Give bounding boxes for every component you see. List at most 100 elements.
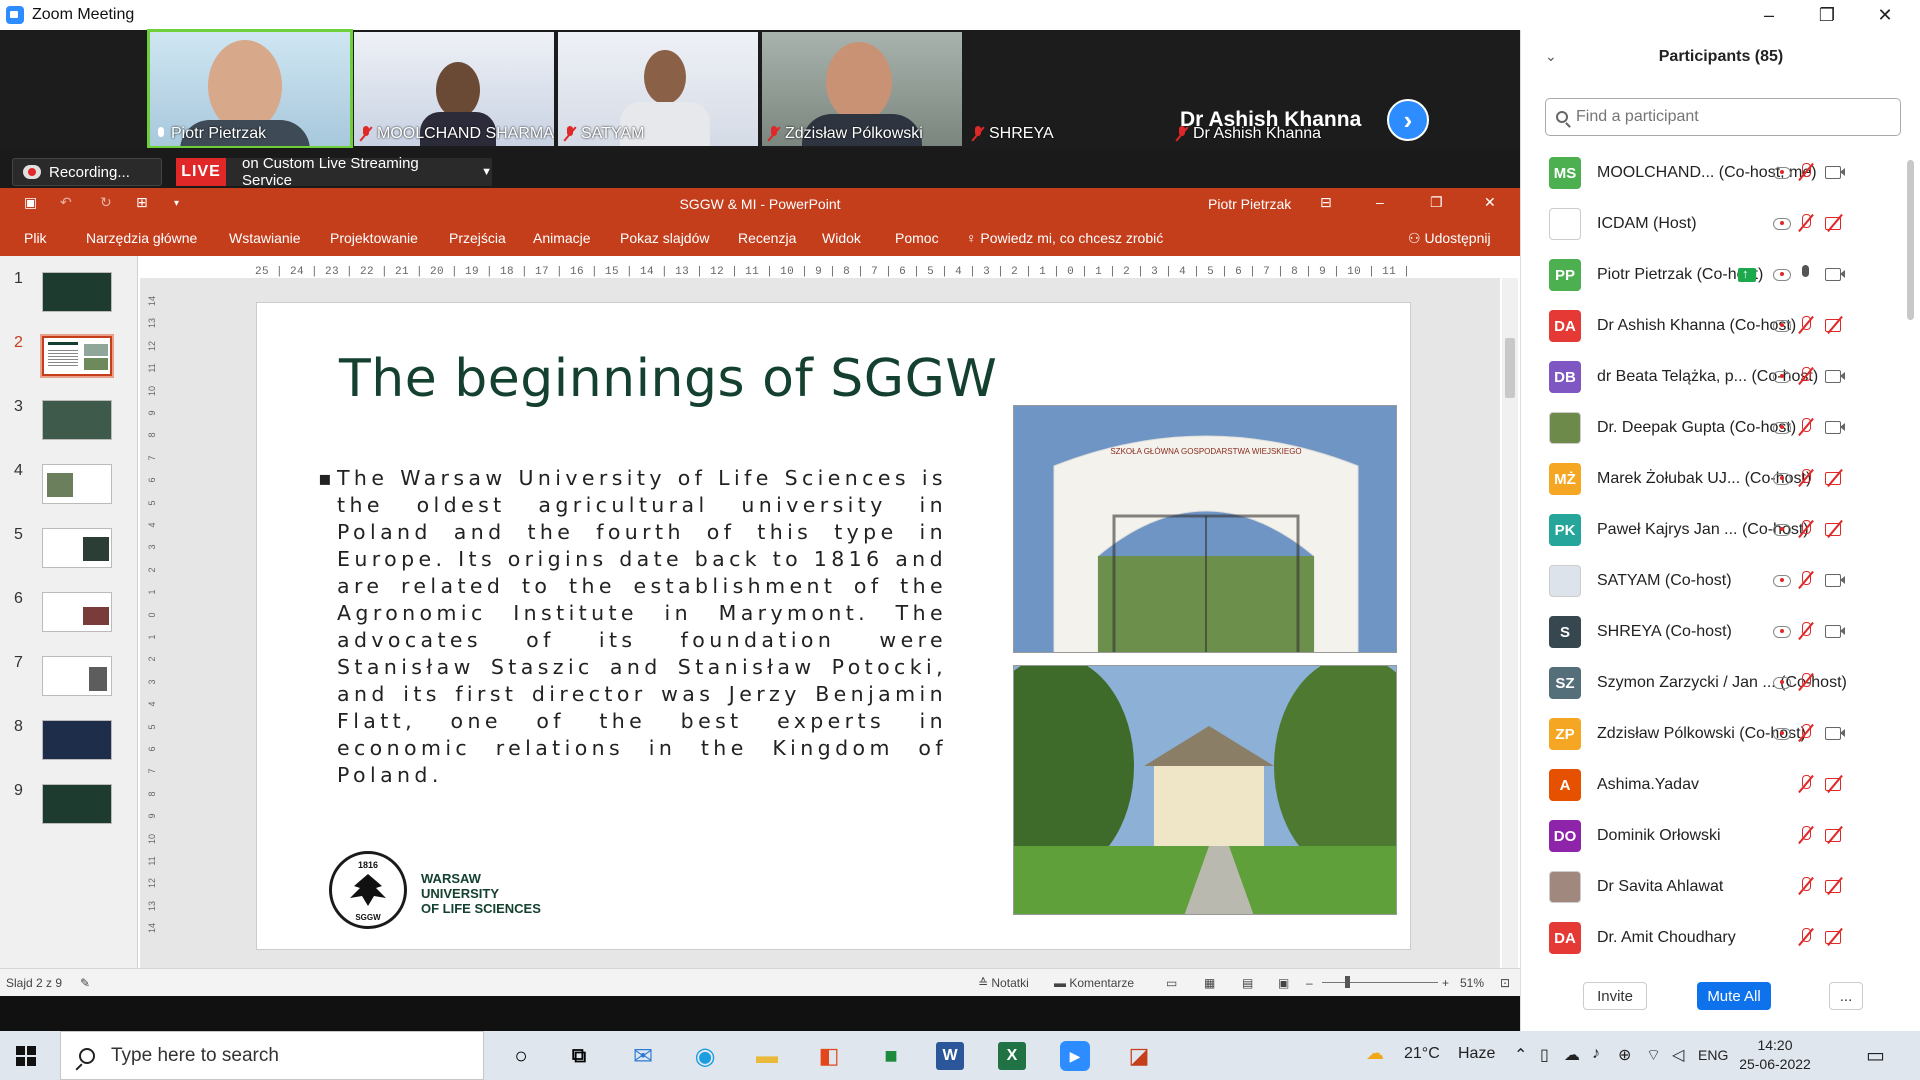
video-tile-zdzislaw[interactable]: Zdzisław Pólkowski — [762, 32, 962, 146]
participant-search[interactable] — [1545, 98, 1901, 136]
chat-app-icon[interactable]: ■ — [874, 1039, 908, 1073]
ppt-restore-button[interactable]: ❐ — [1430, 194, 1443, 211]
participant-row[interactable]: PK Paweł Kajrys Jan ... (Co-host) — [1521, 505, 1901, 555]
slide-thumb-5[interactable] — [42, 528, 112, 568]
wifi-icon[interactable]: ⌔ — [1646, 1045, 1661, 1065]
participant-row[interactable]: SZ Szymon Zarzycki / Jan ... (Co-host) — [1521, 658, 1901, 708]
powerpoint-icon[interactable]: ◪ — [1122, 1039, 1156, 1073]
slide-title[interactable]: The beginnings of SGGW — [339, 349, 997, 409]
tab-slideshow[interactable]: Pokaz slajdów — [620, 230, 710, 246]
participant-row[interactable]: S SHREYA (Co-host) — [1521, 607, 1901, 657]
task-view-icon[interactable]: ⧉ — [562, 1039, 596, 1073]
scroll-thumb[interactable] — [1505, 338, 1515, 398]
weather-desc[interactable]: Haze — [1458, 1045, 1495, 1063]
ppt-close-button[interactable]: ✕ — [1484, 194, 1496, 211]
taskbar-clock[interactable]: 14:20 25-06-2022 — [1738, 1036, 1812, 1074]
participant-scroll-thumb[interactable] — [1907, 160, 1914, 320]
cortana-icon[interactable]: ○ — [504, 1039, 538, 1073]
video-tile-piotr[interactable]: Piotr Pietrzak — [147, 29, 353, 149]
participant-row[interactable]: A Ashima.Yadav — [1521, 760, 1901, 810]
word-icon[interactable]: W — [936, 1042, 964, 1070]
zoom-in-button[interactable]: + — [1442, 976, 1449, 990]
notes-button[interactable]: ≙ Notatki — [978, 976, 1029, 990]
current-slide[interactable]: The beginnings of SGGW ▪ The Warsaw Univ… — [256, 302, 1411, 950]
slide-sorter-icon[interactable]: ▦ — [1204, 976, 1215, 990]
slide-thumb-4[interactable] — [42, 464, 112, 504]
volume-icon[interactable]: ◁ — [1672, 1045, 1684, 1065]
participant-row[interactable]: Dr Savita Ahlawat — [1521, 862, 1901, 912]
share-button[interactable]: ⚇ Udostępnij — [1408, 230, 1491, 247]
participant-row[interactable]: MS MOOLCHAND... (Co-host, me) — [1521, 148, 1901, 198]
slide-thumb-1[interactable] — [42, 272, 112, 312]
minimize-button[interactable]: – — [1740, 0, 1798, 30]
zoom-out-button[interactable]: – — [1306, 976, 1313, 990]
tray-app-icon[interactable]: ▯ — [1540, 1045, 1549, 1065]
next-page-button[interactable]: › — [1387, 99, 1429, 141]
ribbon-display-icon[interactable]: ⊟ — [1320, 194, 1332, 211]
participant-row[interactable]: Dr. Deepak Gupta (Co-host) — [1521, 403, 1901, 453]
slide-thumb-3[interactable] — [42, 400, 112, 440]
participant-row[interactable]: ICDAM (Host) — [1521, 199, 1901, 249]
zoom-slider-handle[interactable] — [1345, 976, 1350, 988]
tab-animations[interactable]: Animacje — [533, 230, 591, 246]
streaming-dropdown[interactable]: on Custom Live Streaming Service ▼ — [226, 155, 492, 189]
normal-view-icon[interactable]: ▭ — [1166, 976, 1177, 990]
taskbar-search[interactable]: Type here to search — [60, 1031, 484, 1080]
network-icon[interactable]: ⊕ — [1618, 1045, 1631, 1065]
zoom-slider[interactable] — [1322, 982, 1438, 983]
tell-me-box[interactable]: ♀ Powiedz mi, co chcesz zrobić — [966, 230, 1163, 246]
language-indicator[interactable]: ENG — [1698, 1047, 1728, 1063]
tab-file[interactable]: Plik — [24, 230, 47, 246]
comments-button[interactable]: ▬ Komentarze — [1054, 976, 1134, 990]
participant-row[interactable]: SATYAM (Co-host) — [1521, 556, 1901, 606]
participant-row[interactable]: ZP Zdzisław Pólkowski (Co-host) — [1521, 709, 1901, 759]
windows-start-icon[interactable] — [16, 1046, 36, 1066]
maximize-button[interactable]: ❐ — [1798, 0, 1856, 30]
more-options-button[interactable]: ... — [1829, 982, 1863, 1010]
slide-thumb-8[interactable] — [42, 720, 112, 760]
slide-thumb-2[interactable] — [40, 334, 114, 378]
weather-icon[interactable]: ☁ — [1366, 1043, 1384, 1064]
slide-thumb-7[interactable] — [42, 656, 112, 696]
video-tile-moolchand[interactable]: MOOLCHAND SHARMA — [354, 32, 554, 146]
tab-view[interactable]: Widok — [822, 230, 861, 246]
spellcheck-icon[interactable]: ✎ — [80, 976, 90, 990]
excel-icon[interactable]: X — [998, 1042, 1026, 1070]
notifications-icon[interactable]: ▭ — [1866, 1043, 1885, 1068]
participant-row[interactable]: PP Piotr Pietrzak (Co-host) — [1521, 250, 1901, 300]
fit-slide-icon[interactable]: ⊡ — [1500, 976, 1510, 990]
tab-design[interactable]: Projektowanie — [330, 230, 418, 246]
invite-button[interactable]: Invite — [1583, 982, 1647, 1010]
tab-review[interactable]: Recenzja — [738, 230, 796, 246]
tray-chevron-up-icon[interactable]: ⌃ — [1514, 1045, 1527, 1065]
participant-row[interactable]: MŻ Marek Żołubak UJ... (Co-host) — [1521, 454, 1901, 504]
tab-transitions[interactable]: Przejścia — [449, 230, 506, 246]
office-icon[interactable]: ◧ — [812, 1039, 846, 1073]
video-tile-shreya[interactable]: SHREYA — [966, 32, 1166, 146]
tab-home[interactable]: Narzędzia główne — [86, 230, 197, 246]
slide-thumb-9[interactable] — [42, 784, 112, 824]
tab-help[interactable]: Pomoc — [895, 230, 939, 246]
ppt-minimize-button[interactable]: – — [1376, 194, 1384, 210]
slideshow-view-icon[interactable]: ▣ — [1278, 976, 1289, 990]
slide-bullet-text[interactable]: ▪ The Warsaw University of Life Sciences… — [318, 465, 947, 789]
participant-search-input[interactable] — [1576, 108, 1876, 126]
participant-row[interactable]: DO Dominik Orłowski — [1521, 811, 1901, 861]
gate-photo[interactable]: SZKOŁA GŁÓWNA GOSPODARSTWA WIEJSKIEGO — [1013, 405, 1397, 653]
edge-icon[interactable]: ◉ — [688, 1039, 722, 1073]
mute-all-button[interactable]: Mute All — [1697, 982, 1771, 1010]
zoom-level[interactable]: 51% — [1460, 976, 1484, 990]
participant-row[interactable]: DB dr Beata Telążka, p... (Co-host) — [1521, 352, 1901, 402]
zoom-app-icon[interactable]: ▶ — [1060, 1041, 1090, 1071]
onedrive-icon[interactable]: ☁ — [1564, 1045, 1580, 1065]
file-explorer-icon[interactable]: ▬ — [750, 1039, 784, 1073]
slide-scrollbar[interactable] — [1502, 278, 1518, 968]
palace-photo[interactable] — [1013, 665, 1397, 915]
participant-row[interactable]: DA Dr Ashish Khanna (Co-host) — [1521, 301, 1901, 351]
close-button[interactable]: ✕ — [1856, 0, 1914, 30]
reading-view-icon[interactable]: ▤ — [1242, 976, 1253, 990]
slide-thumb-6[interactable] — [42, 592, 112, 632]
weather-temp[interactable]: 21°C — [1404, 1045, 1440, 1063]
tab-insert[interactable]: Wstawianie — [229, 230, 301, 246]
mail-icon[interactable]: ✉ — [626, 1039, 660, 1073]
